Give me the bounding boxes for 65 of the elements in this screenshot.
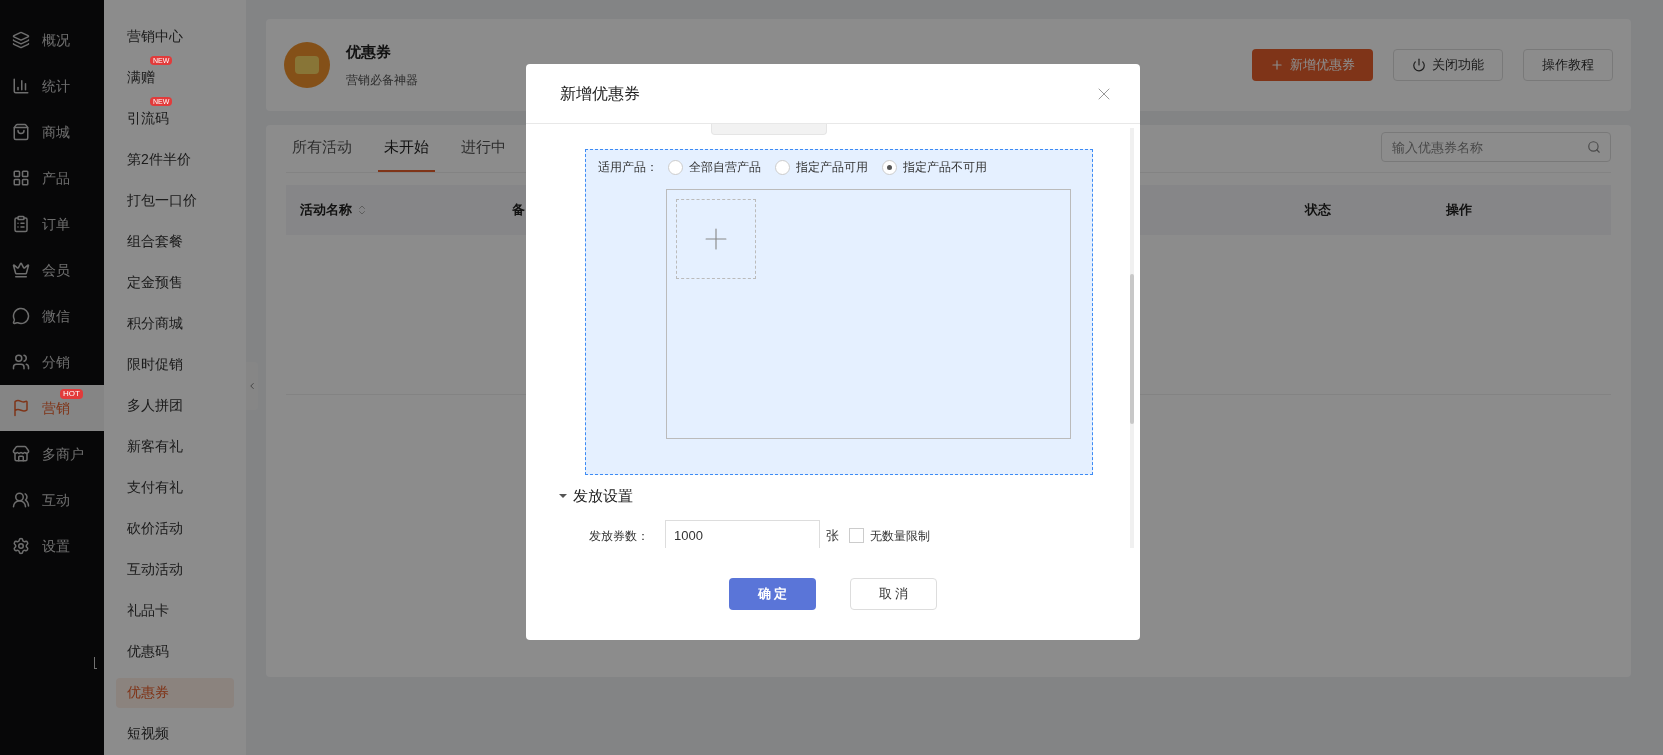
bag-icon — [12, 123, 30, 141]
submenu-item[interactable]: 打包一口价 — [116, 185, 234, 216]
column-header: 备 — [512, 201, 525, 220]
submenu-item[interactable]: 引流码 — [116, 103, 234, 134]
submenu-item[interactable]: 优惠码 — [116, 636, 234, 667]
submenu-item[interactable]: 组合套餐 — [116, 226, 234, 257]
scrollbar-thumb[interactable] — [1130, 274, 1134, 424]
people-icon — [12, 491, 30, 509]
tab[interactable]: 进行中 — [455, 124, 512, 172]
submenu-item[interactable]: 满赠 — [116, 62, 234, 93]
submenu-item[interactable]: 限时促销 — [116, 349, 234, 380]
column-header: 状态 — [1305, 201, 1331, 220]
chevron-left-icon — [247, 381, 257, 391]
chart-icon — [12, 77, 30, 95]
grid-icon — [12, 169, 30, 187]
submenu-item[interactable]: 营销中心 — [116, 21, 234, 52]
checkbox[interactable] — [849, 528, 864, 543]
radio-option[interactable]: 指定产品不可用 — [882, 158, 987, 176]
submenu-item[interactable]: 第2件半价 — [116, 144, 234, 175]
layers-icon — [12, 31, 30, 49]
settings-icon — [12, 537, 30, 555]
dialog-title: 新增优惠券 — [560, 83, 640, 104]
submenu-item[interactable]: 支付有礼 — [116, 472, 234, 503]
submenu-item[interactable]: 新客有礼 — [116, 431, 234, 462]
field-label: 适用产品： — [598, 159, 658, 176]
submenu-item[interactable]: 砍价活动 — [116, 513, 234, 544]
radio-option[interactable]: 指定产品可用 — [775, 158, 868, 176]
plus-icon — [1270, 58, 1284, 72]
people-icon — [12, 353, 30, 371]
column-header: 活动名称 — [300, 201, 352, 220]
chat-bubble-icon — [12, 307, 30, 325]
submenu-item[interactable]: 礼品卡 — [116, 595, 234, 626]
submenu-item[interactable]: 积分商城 — [116, 308, 234, 339]
search-field[interactable]: 输入优惠券名称 — [1381, 132, 1611, 162]
close-feature-button[interactable]: 关闭功能 — [1393, 49, 1503, 81]
add-product-tile[interactable] — [676, 199, 756, 279]
store-icon — [12, 445, 30, 463]
confirm-button[interactable]: 确 定 — [729, 578, 816, 610]
search-icon — [1587, 140, 1601, 154]
cancel-button[interactable]: 取 消 — [850, 578, 937, 610]
submenu-item[interactable]: 短视频 — [116, 718, 234, 749]
submenu-item[interactable]: 定金预售 — [116, 267, 234, 298]
crown-icon — [12, 261, 30, 279]
quantity-field[interactable]: 1000 — [665, 519, 820, 548]
tab[interactable]: 未开始 — [378, 124, 435, 172]
page-title: 优惠券 — [346, 41, 392, 62]
column-header: 操作 — [1446, 201, 1472, 220]
radio-option[interactable]: 全部自营产品 — [668, 158, 761, 176]
checkbox-label: 无数量限制 — [870, 527, 930, 545]
coupon-logo-icon — [284, 42, 330, 88]
caret-icon — [559, 494, 567, 499]
submenu-item[interactable]: 互动活动 — [116, 554, 234, 585]
clipboard-icon — [12, 215, 30, 233]
flag-icon — [12, 399, 30, 417]
sort-icon[interactable] — [356, 204, 368, 216]
submenu-item[interactable]: 多人拼团 — [116, 390, 234, 421]
add-coupon-button[interactable]: 新增优惠券 — [1252, 49, 1373, 81]
tab[interactable]: 所有活动 — [286, 124, 358, 172]
power-icon — [1412, 58, 1426, 72]
page-subtitle: 营销必备神器 — [346, 72, 419, 90]
section-toggle[interactable]: 发放设置 — [559, 485, 1120, 508]
unit-label: 张 — [826, 526, 839, 545]
tutorial-button[interactable]: 操作教程 — [1523, 49, 1613, 81]
field-label: 发放券数： — [589, 527, 650, 545]
hot-badge: HOT — [60, 389, 83, 399]
